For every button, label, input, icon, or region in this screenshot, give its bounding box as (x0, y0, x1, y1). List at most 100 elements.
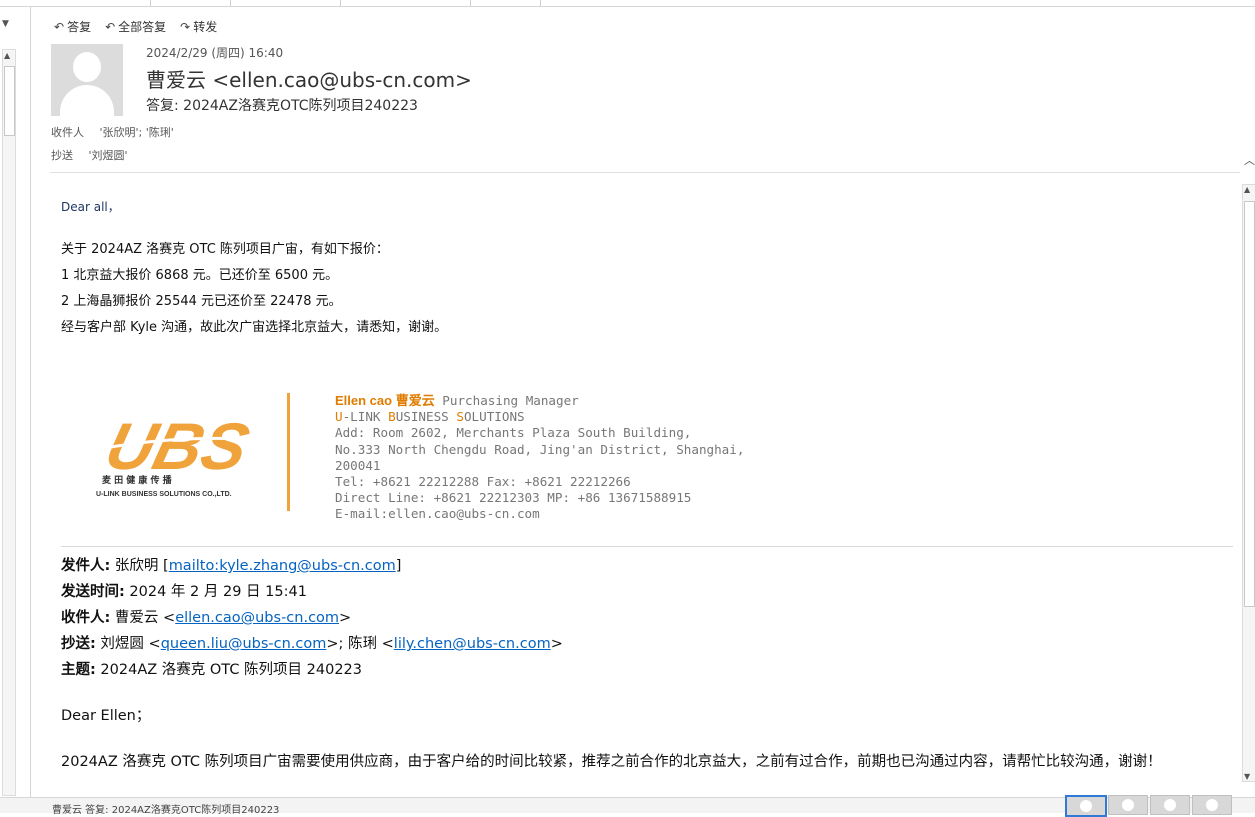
quoted-sent-label: 发送时间: (61, 584, 125, 600)
company-initial: U (335, 409, 343, 425)
avatar-head (73, 52, 101, 82)
quoted-cc-row: 抄送: 刘煜圆 <queen.liu@ubs-cn.com>; 陈琍 <lily… (61, 631, 1231, 657)
person-icon (1080, 800, 1092, 812)
body-line: 经与客户部 Kyle 沟通，故此次广宙选择北京益大，请悉知，谢谢。 (61, 320, 448, 335)
avatar-body (60, 85, 114, 116)
message-subject: 答复: 2024AZ洛赛克OTC陈列项目240223 (146, 98, 418, 114)
ubs-logo: UBS 麦 田 健 康 传 播 U-LINK BUSINESS SOLUTION… (96, 410, 276, 498)
body-greeting: Dear all， (61, 200, 120, 214)
ribbon-divider (540, 0, 541, 6)
forward-button[interactable]: ↷ 转发 (180, 18, 217, 35)
scroll-thumb[interactable] (4, 66, 15, 136)
quoted-subject-value: 2024AZ 洛赛克 OTC 陈列项目 240223 (95, 662, 363, 678)
people-pane-message: 曹爱云 答复: 2024AZ洛赛克OTC陈列项目240223 (52, 805, 280, 816)
message-body: Dear all， 关于 2024AZ 洛赛克 OTC 陈列项目广宙，有如下报价… (61, 198, 1236, 341)
collapse-header-icon[interactable]: ︿ (1244, 152, 1255, 168)
body-paragraph: 关于 2024AZ 洛赛克 OTC 陈列项目广宙，有如下报价： 1 北京益大报价… (61, 237, 1236, 341)
scroll-down-icon[interactable]: ▼ (1244, 772, 1250, 781)
quoted-to-row: 收件人: 曹爱云 <ellen.cao@ubs-cn.com> (61, 605, 1231, 631)
quoted-to-link[interactable]: ellen.cao@ubs-cn.com (175, 610, 339, 626)
cc-line: 抄送 '刘煜圆' (51, 147, 128, 163)
forward-label: 转发 (193, 20, 218, 34)
reading-pane-scrollbar[interactable]: ▲ ▼ (1242, 184, 1255, 782)
quoted-subject-label: 主题: (61, 662, 96, 678)
message-date: 2024/2/29 (周四) 16:40 (146, 46, 284, 60)
signature-direct: Direct Line: +8621 22212303 MP: +86 1367… (335, 490, 692, 506)
ribbon-divider (470, 0, 471, 6)
quoted-to-name: 曹爱云 < (110, 610, 176, 626)
signature-address-2: No.333 North Chengdu Road, Jing'an Distr… (335, 441, 745, 473)
quoted-cc-mid: >; 陈琍 < (326, 636, 394, 652)
company-fragment: USINESS (395, 409, 457, 425)
scroll-up-icon[interactable]: ▲ (1244, 185, 1250, 194)
company-initial: B (388, 409, 396, 425)
quoted-sent-row: 发送时间: 2024 年 2 月 29 日 15:41 (61, 579, 1231, 605)
signature-divider (287, 393, 290, 511)
quoted-from-row: 发件人: 张欣明 [mailto:kyle.zhang@ubs-cn.com] (61, 553, 1231, 579)
quoted-from-link[interactable]: mailto:kyle.zhang@ubs-cn.com (169, 558, 396, 574)
cc-recipients[interactable]: '刘煜圆' (89, 149, 128, 162)
reply-button[interactable]: ↶ 答复 (54, 18, 91, 35)
signature-email: E-mail:ellen.cao@ubs-cn.com (335, 506, 540, 522)
sender-name[interactable]: 曹爱云 <ellen.cao@ubs-cn.com> (146, 64, 472, 93)
chevron-down-icon[interactable]: ▼ (2, 19, 9, 29)
ribbon-divider (150, 0, 151, 6)
quoted-cc-link-2[interactable]: lily.chen@ubs-cn.com (394, 636, 551, 652)
quoted-to-end: > (339, 610, 352, 626)
quoted-text: 2024AZ 洛赛克 OTC 陈列项目广宙需要使用供应商，由于客户给的时间比较紧… (61, 754, 1162, 770)
signature-title: Purchasing Manager (434, 393, 579, 408)
quoted-from-name: 张欣明 [ (110, 558, 169, 574)
quoted-message: 发件人: 张欣明 [mailto:kyle.zhang@ubs-cn.com] … (61, 553, 1231, 775)
company-initial: S (456, 409, 464, 425)
quoted-cc-name: 刘煜圆 < (95, 636, 161, 652)
quoted-cc-link-1[interactable]: queen.liu@ubs-cn.com (161, 636, 327, 652)
person-icon (1122, 799, 1134, 811)
logo-letters: UBS (98, 410, 256, 484)
to-recipients[interactable]: '张欣明'; '陈琍' (100, 126, 174, 139)
folder-pane: ▼ ▲ (0, 7, 31, 797)
logo-english-name: U-LINK BUSINESS SOLUTIONS CO.,LTD. (96, 491, 232, 498)
forward-icon: ↷ (180, 19, 191, 34)
ribbon-divider (230, 0, 231, 6)
reply-all-icon: ↶ (105, 19, 116, 34)
people-photo[interactable] (1108, 795, 1148, 815)
reply-all-label: 全部答复 (118, 20, 167, 34)
company-fragment: -LINK (342, 409, 389, 425)
person-icon (1164, 799, 1176, 811)
signature-company: U-LINK BUSINESS SOLUTIONS (335, 409, 790, 425)
signature-tel: Tel: +8621 22212288 Fax: +8621 22212266 (335, 474, 631, 490)
reply-label: 答复 (67, 20, 92, 34)
people-photo[interactable] (1065, 795, 1107, 817)
reply-all-button[interactable]: ↶ 全部答复 (105, 18, 166, 35)
scroll-thumb[interactable] (1244, 201, 1255, 607)
ribbon-divider (340, 0, 341, 6)
quoted-to-label: 收件人: (61, 610, 111, 626)
quoted-cc-label: 抄送: (61, 636, 96, 652)
quoted-from-end: ] (395, 558, 402, 574)
quoted-greeting: Dear Ellen； (61, 708, 151, 724)
scroll-up-icon[interactable]: ▲ (4, 51, 10, 60)
signature-text: Ellen cao 曹爱云 Purchasing Manager U-LINK … (335, 393, 790, 523)
person-icon (1206, 799, 1218, 811)
cc-label: 抄送 (51, 149, 73, 162)
logo-chinese-name: 麦 田 健 康 传 播 (102, 474, 173, 486)
quoted-subject-row: 主题: 2024AZ 洛赛克 OTC 陈列项目 240223 (61, 657, 1231, 683)
left-scrollbar[interactable]: ▲ (2, 49, 16, 796)
people-photo[interactable] (1150, 795, 1190, 815)
people-photo[interactable] (1192, 795, 1232, 815)
company-fragment: OLUTIONS (463, 409, 525, 425)
reply-icon: ↶ (54, 19, 65, 34)
sender-avatar[interactable] (51, 44, 123, 116)
to-label: 收件人 (51, 126, 84, 139)
signature-address-1: Add: Room 2602, Merchants Plaza South Bu… (335, 425, 692, 441)
people-pane-bar: 曹爱云 答复: 2024AZ洛赛克OTC陈列项目240223 (0, 795, 1255, 817)
quoted-cc-end: > (550, 636, 563, 652)
to-line: 收件人 '张欣明'; '陈琍' (51, 124, 174, 140)
message-actions: ↶ 答复 ↶ 全部答复 ↷ 转发 (54, 18, 217, 35)
email-signature: UBS 麦 田 健 康 传 播 U-LINK BUSINESS SOLUTION… (90, 393, 790, 521)
quoted-from-label: 发件人: (61, 558, 111, 574)
body-line: 1 北京益大报价 6868 元。已还价至 6500 元。 (61, 268, 339, 283)
signature-name-row: Ellen cao 曹爱云 Purchasing Manager (335, 393, 790, 409)
